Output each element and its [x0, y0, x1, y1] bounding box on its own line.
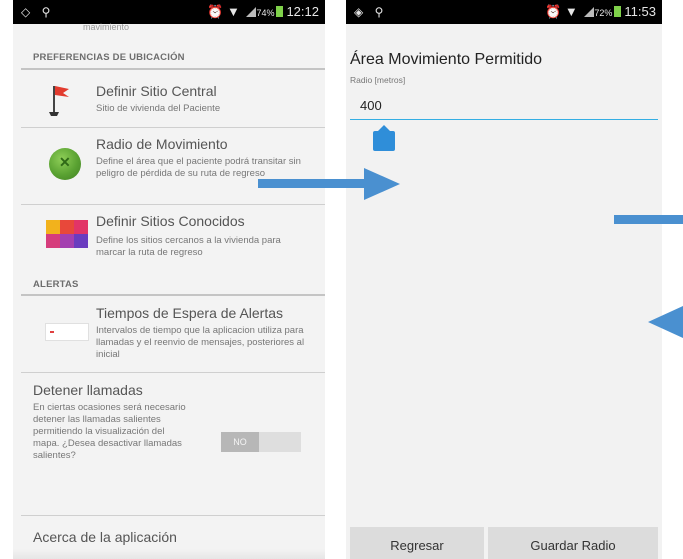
status-left-icons: ◇ ⚲	[21, 5, 55, 19]
status-time: 12:12	[286, 4, 319, 19]
battery-icon	[614, 6, 622, 17]
status-bar: ◇ ⚲ ⏰ ▼ 74% 12:12	[13, 0, 325, 24]
status-right: ⏰ ▼ 72% 11:53	[545, 0, 656, 25]
radius-input-label: Radio [metros]	[350, 75, 406, 85]
status-right: ⏰ ▼ 74% 12:12	[207, 0, 319, 25]
bottom-edge	[13, 549, 325, 559]
pref-summary: En ciertas ocasiones será necesario dete…	[33, 402, 186, 461]
section-divider	[21, 294, 325, 296]
status-bar: ◈ ⚲ ⏰ ▼ 72% 11:53	[346, 0, 662, 24]
pref-summary: Intervalos de tiempo que la aplicacion u…	[96, 325, 305, 360]
globe-icon: ✕	[49, 148, 81, 180]
divider	[21, 515, 325, 516]
about-app-item[interactable]: Acerca de la aplicación	[33, 529, 177, 545]
stop-calls-toggle[interactable]: NO	[221, 432, 301, 452]
pref-title: Tiempos de Espera de Alertas	[96, 305, 284, 321]
flow-arrow-left-icon	[648, 306, 683, 338]
alarm-icon: ⏰	[545, 4, 562, 19]
text-handle-icon[interactable]	[373, 125, 395, 151]
alerts-section-header: ALERTAS	[33, 279, 79, 290]
pref-title: Definir Sitios Conocidos	[96, 213, 245, 229]
page-title: Área Movimiento Permitido	[350, 51, 543, 68]
pref-title: Radio de Movimiento	[96, 136, 228, 152]
battery-percent: 74%	[256, 8, 275, 18]
radius-input[interactable]	[350, 92, 658, 120]
alarm-icon: ⏰	[207, 4, 224, 19]
toggle-knob: NO	[221, 432, 259, 452]
pref-summary: Sitio de vivienda del Paciente	[96, 103, 221, 114]
settings-screen: ◇ ⚲ ⏰ ▼ 74% 12:12 mavimiento PREFERENCIAS…	[13, 0, 325, 559]
signal-icon	[584, 7, 595, 17]
flow-arrow-offscreen-icon	[614, 215, 683, 224]
pref-summary: Define los sitios cercanos a la vivienda…	[96, 235, 281, 258]
pref-title: Detener llamadas	[33, 382, 143, 398]
battery-icon	[276, 6, 284, 17]
wifi-icon: ▼	[226, 4, 240, 19]
back-button[interactable]: Regresar	[350, 527, 484, 559]
signal-icon	[246, 7, 257, 17]
section-divider	[21, 68, 325, 70]
save-radius-button[interactable]: Guardar Radio	[488, 527, 658, 559]
radius-screen: ◈ ⚲ ⏰ ▼ 72% 11:53 Área Movimiento Permiti…	[346, 0, 662, 559]
divider	[21, 372, 325, 373]
divider	[21, 204, 325, 205]
scrolled-text: mavimiento	[83, 22, 130, 32]
flow-arrow-right-icon	[258, 168, 400, 200]
divider	[21, 127, 325, 128]
status-time: 11:53	[624, 4, 656, 19]
location-section-header: PREFERENCIAS DE UBICACIÓN	[33, 52, 185, 63]
color-grid-icon	[46, 220, 88, 248]
wifi-icon: ▼	[564, 4, 578, 19]
alert-timer-icon	[45, 323, 89, 341]
status-left-icons: ◈ ⚲	[354, 5, 388, 19]
battery-percent: 72%	[594, 8, 613, 18]
flag-icon	[49, 86, 69, 116]
pref-title: Definir Sitio Central	[96, 83, 217, 99]
